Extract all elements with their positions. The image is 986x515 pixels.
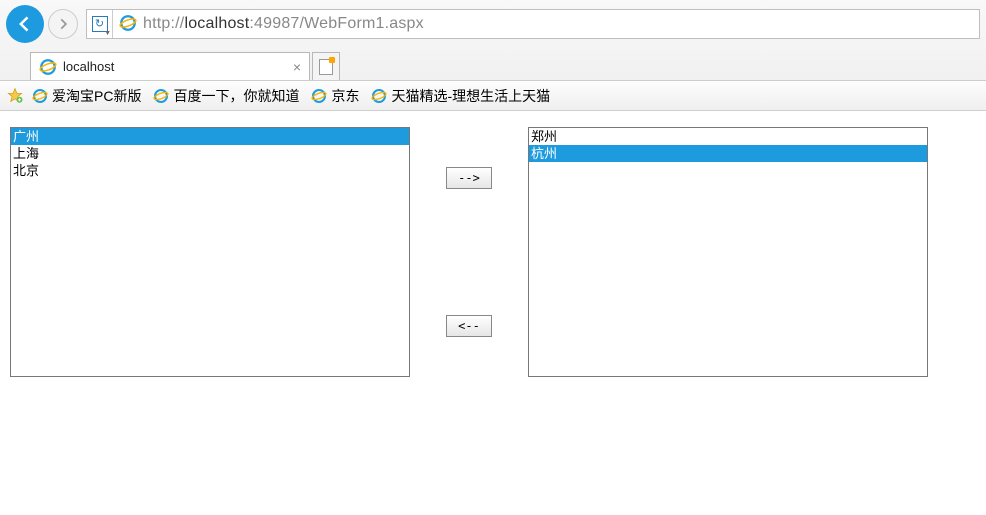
favorite-label: 天猫精选-理想生活上天猫 <box>391 86 550 106</box>
favorite-link[interactable]: 天猫精选-理想生活上天猫 <box>371 86 550 106</box>
browser-tab[interactable]: localhost × <box>30 52 310 80</box>
favorite-label: 京东 <box>331 86 359 106</box>
new-tab-icon <box>319 59 333 75</box>
tab-title: localhost <box>63 59 287 74</box>
favorite-label: 百度一下，你就知道 <box>173 86 299 106</box>
ie-icon <box>119 14 137 35</box>
ie-icon <box>371 88 387 104</box>
favorite-label: 爱淘宝PC新版 <box>52 86 141 106</box>
ie-icon <box>153 88 169 104</box>
list-item[interactable]: 郑州 <box>529 128 927 145</box>
list-item[interactable]: 广州 <box>11 128 409 145</box>
move-right-button[interactable]: --> <box>446 167 492 189</box>
back-button[interactable] <box>6 5 44 43</box>
close-icon[interactable]: × <box>293 59 301 75</box>
favorite-link[interactable]: 百度一下，你就知道 <box>153 86 299 106</box>
ie-icon <box>39 58 57 76</box>
left-listbox[interactable]: 广州上海北京 <box>10 127 410 377</box>
favorites-star-icon[interactable] <box>6 87 24 105</box>
address-bar[interactable]: http://localhost:49987/WebForm1.aspx <box>143 15 424 33</box>
right-listbox[interactable]: 郑州杭州 <box>528 127 928 377</box>
move-left-button[interactable]: <-- <box>446 315 492 337</box>
ie-icon <box>311 88 327 104</box>
forward-button[interactable] <box>48 9 78 39</box>
list-item[interactable]: 上海 <box>11 145 409 162</box>
favorite-link[interactable]: 爱淘宝PC新版 <box>32 86 141 106</box>
favorite-link[interactable]: 京东 <box>311 86 359 106</box>
ie-icon <box>32 88 48 104</box>
compat-view-dropdown[interactable]: ↻ ▼ <box>87 10 113 38</box>
list-item[interactable]: 北京 <box>11 162 409 179</box>
new-tab-button[interactable] <box>312 52 340 80</box>
list-item[interactable]: 杭州 <box>529 145 927 162</box>
